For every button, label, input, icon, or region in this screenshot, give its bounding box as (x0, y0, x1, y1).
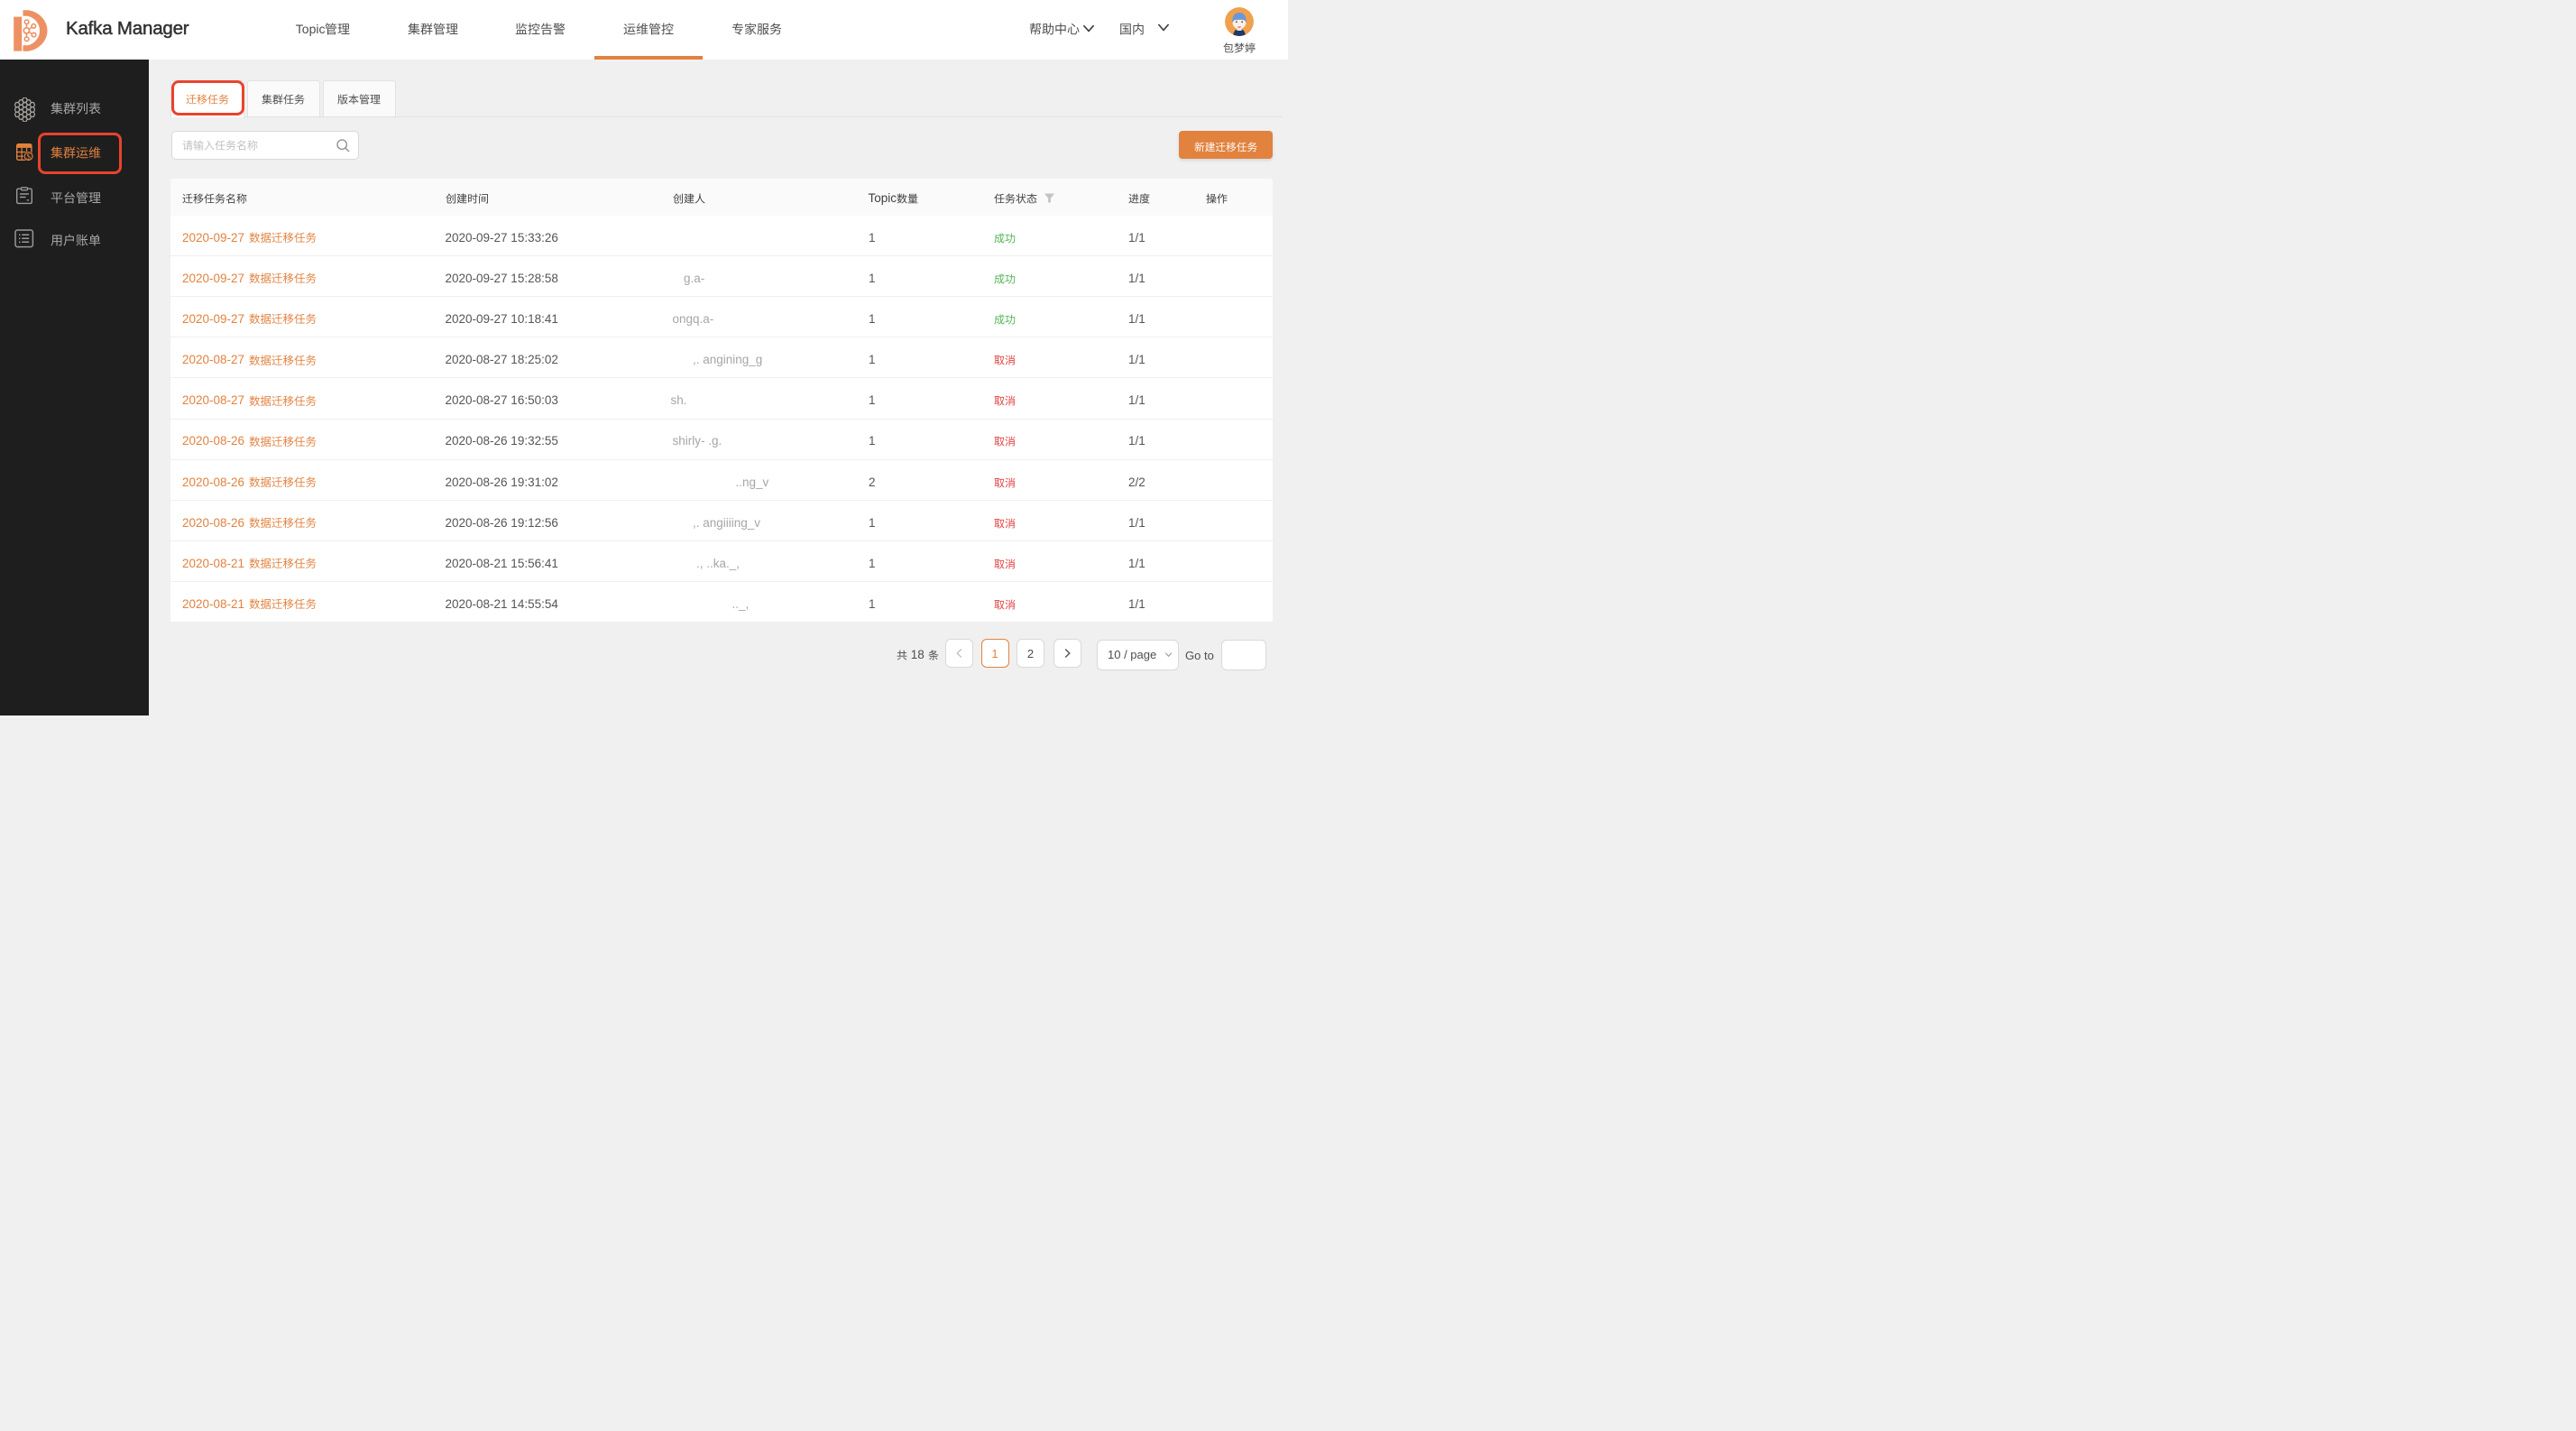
svg-text:$: $ (26, 152, 31, 162)
